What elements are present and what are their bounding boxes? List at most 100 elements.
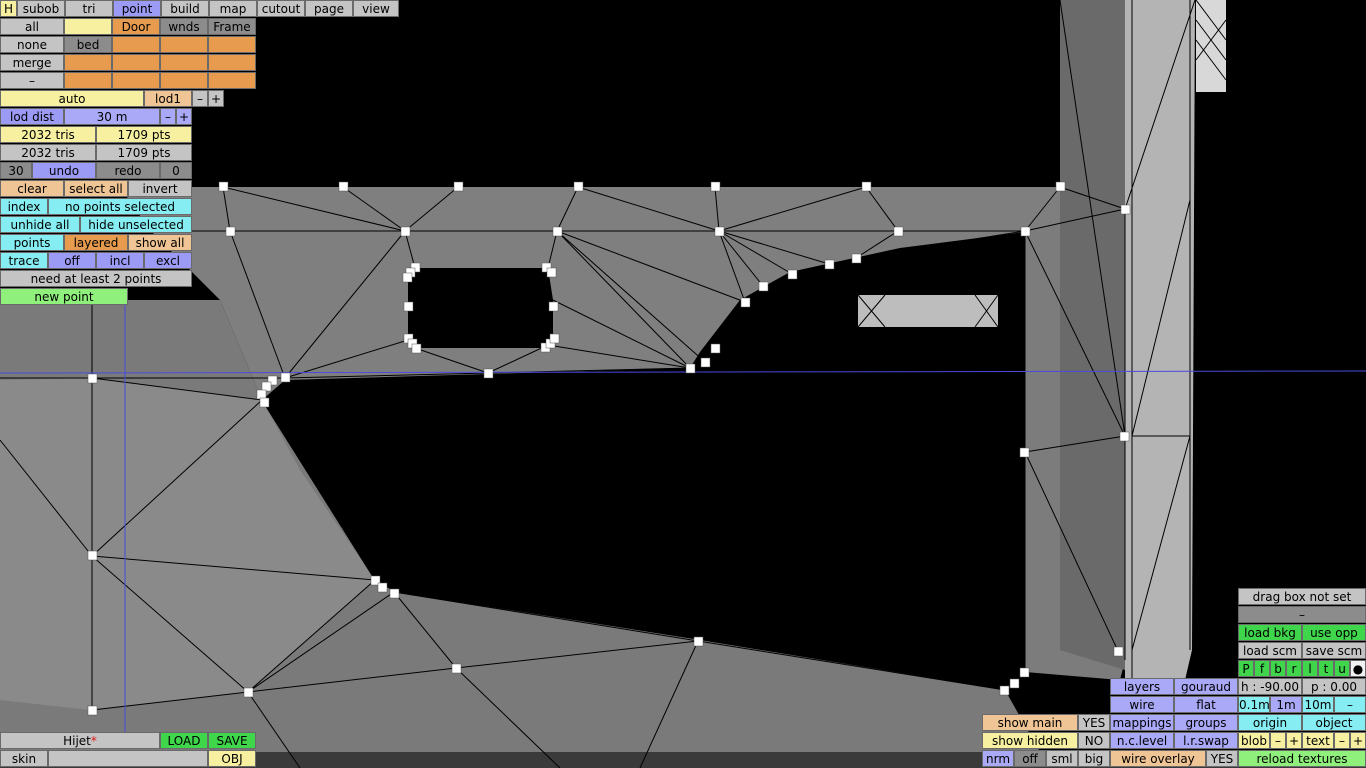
lod-auto-button[interactable]: auto — [0, 90, 144, 107]
nc-level-button[interactable]: n.c.level — [1110, 732, 1174, 749]
tab-build[interactable]: build — [161, 0, 209, 17]
subob-none-button[interactable]: none — [0, 36, 64, 53]
tab-tri[interactable]: tri — [65, 0, 113, 17]
subob-slot-empty[interactable] — [64, 72, 112, 89]
undo-button[interactable]: undo — [32, 162, 96, 179]
show-all-button[interactable]: show all — [128, 234, 192, 251]
text-minus-button[interactable]: – — [1334, 732, 1350, 749]
reload-textures-button[interactable]: reload textures — [1238, 750, 1366, 767]
lod-level-button[interactable]: lod1 — [144, 90, 192, 107]
subob-slot-empty[interactable] — [160, 72, 208, 89]
load-button[interactable]: LOAD — [160, 732, 208, 749]
tab-cutout[interactable]: cutout — [257, 0, 305, 17]
subob-slot-empty[interactable] — [112, 54, 160, 71]
blob-plus-button[interactable]: + — [1286, 732, 1302, 749]
file-name-field[interactable]: Hijet* — [0, 732, 160, 749]
index-button[interactable]: index — [0, 198, 48, 215]
lod-dist-minus-button[interactable]: – — [160, 108, 176, 125]
wire-overlay-button[interactable]: wire overlay — [1110, 750, 1206, 767]
flag-b-button[interactable]: b — [1270, 660, 1286, 677]
invert-selection-button[interactable]: invert — [128, 180, 192, 197]
skin-field[interactable] — [48, 750, 208, 767]
unhide-all-button[interactable]: unhide all — [0, 216, 80, 233]
show-main-button[interactable]: show main — [982, 714, 1078, 731]
lr-swap-button[interactable]: l.r.swap — [1174, 732, 1238, 749]
lod-dist-value[interactable]: 30 m — [64, 108, 160, 125]
text-button[interactable]: text — [1302, 732, 1334, 749]
subob-slot-empty[interactable] — [208, 54, 256, 71]
tab-subob[interactable]: subob — [17, 0, 65, 17]
clear-selection-button[interactable]: clear — [0, 180, 64, 197]
tab-point[interactable]: point — [113, 0, 161, 17]
wire-overlay-value[interactable]: YES — [1206, 750, 1238, 767]
subob-slot-door[interactable]: Door — [112, 18, 160, 35]
layers-button[interactable]: layers — [1110, 678, 1174, 695]
show-main-value[interactable]: YES — [1078, 714, 1110, 731]
subob-slot-wnds[interactable]: wnds — [160, 18, 208, 35]
show-hidden-button[interactable]: show hidden — [982, 732, 1078, 749]
obj-button[interactable]: OBJ — [208, 750, 256, 767]
subob-slot-empty[interactable] — [160, 54, 208, 71]
step-small-button[interactable]: 0.1m — [1238, 696, 1270, 713]
layered-mode-button[interactable]: layered — [64, 234, 128, 251]
flag-dot-icon[interactable]: ● — [1350, 660, 1366, 677]
tab-view[interactable]: view — [353, 0, 399, 17]
trace-off-button[interactable]: off — [48, 252, 96, 269]
subob-slot-empty[interactable] — [160, 36, 208, 53]
blob-button[interactable]: blob — [1238, 732, 1270, 749]
tab-help[interactable]: H — [0, 0, 17, 17]
3d-viewport[interactable] — [0, 0, 1366, 768]
subob-slot-bed[interactable]: bed — [64, 36, 112, 53]
flag-u-button[interactable]: u — [1334, 660, 1350, 677]
subob-slot-frame[interactable]: Frame — [208, 18, 256, 35]
wire-button[interactable]: wire — [1110, 696, 1174, 713]
step-mid-button[interactable]: 1m — [1270, 696, 1302, 713]
save-scm-button[interactable]: save scm — [1302, 642, 1366, 659]
flag-t-button[interactable]: t — [1318, 660, 1334, 677]
new-point-button[interactable]: new point — [0, 288, 128, 305]
subob-all-button[interactable]: all — [0, 18, 64, 35]
load-scm-button[interactable]: load scm — [1238, 642, 1302, 659]
mappings-button[interactable]: mappings — [1110, 714, 1174, 731]
subob-slot-empty[interactable] — [208, 36, 256, 53]
object-button[interactable]: object — [1302, 714, 1366, 731]
subob-slot-empty[interactable] — [208, 72, 256, 89]
subob-merge-button[interactable]: merge — [0, 54, 64, 71]
hide-unselected-button[interactable]: hide unselected — [80, 216, 192, 233]
trace-incl-button[interactable]: incl — [96, 252, 144, 269]
lod-dist-plus-button[interactable]: + — [176, 108, 192, 125]
gouraud-button[interactable]: gouraud — [1174, 678, 1238, 695]
origin-button[interactable]: origin — [1238, 714, 1302, 731]
subob-dash-button[interactable]: – — [0, 72, 64, 89]
use-opp-button[interactable]: use opp — [1302, 624, 1366, 641]
subob-slot-empty[interactable] — [112, 36, 160, 53]
subob-slot-1[interactable] — [64, 18, 112, 35]
normals-sml-button[interactable]: sml — [1046, 750, 1078, 767]
points-mode-button[interactable]: points — [0, 234, 64, 251]
flag-p-button[interactable]: P — [1238, 660, 1254, 677]
redo-button[interactable]: redo — [96, 162, 160, 179]
flat-button[interactable]: flat — [1174, 696, 1238, 713]
flag-r-button[interactable]: r — [1286, 660, 1302, 677]
select-all-button[interactable]: select all — [64, 180, 128, 197]
normals-nrm-button[interactable]: nrm — [982, 750, 1014, 767]
step-big-button[interactable]: 10m — [1302, 696, 1334, 713]
normals-big-button[interactable]: big — [1078, 750, 1110, 767]
drag-box-dash[interactable]: – — [1238, 606, 1366, 623]
normals-off-button[interactable]: off — [1014, 750, 1046, 767]
subob-slot-empty[interactable] — [112, 72, 160, 89]
step-minus-button[interactable]: – — [1334, 696, 1366, 713]
load-bkg-button[interactable]: load bkg — [1238, 624, 1302, 641]
text-plus-button[interactable]: + — [1350, 732, 1366, 749]
groups-button[interactable]: groups — [1174, 714, 1238, 731]
flag-f-button[interactable]: f — [1254, 660, 1270, 677]
tab-map[interactable]: map — [209, 0, 257, 17]
lod-plus-button[interactable]: + — [208, 90, 224, 107]
lod-minus-button[interactable]: – — [192, 90, 208, 107]
blob-minus-button[interactable]: – — [1270, 732, 1286, 749]
flag-l-button[interactable]: l — [1302, 660, 1318, 677]
save-button[interactable]: SAVE — [208, 732, 256, 749]
tab-page[interactable]: page — [305, 0, 353, 17]
subob-slot-empty[interactable] — [64, 54, 112, 71]
show-hidden-value[interactable]: NO — [1078, 732, 1110, 749]
